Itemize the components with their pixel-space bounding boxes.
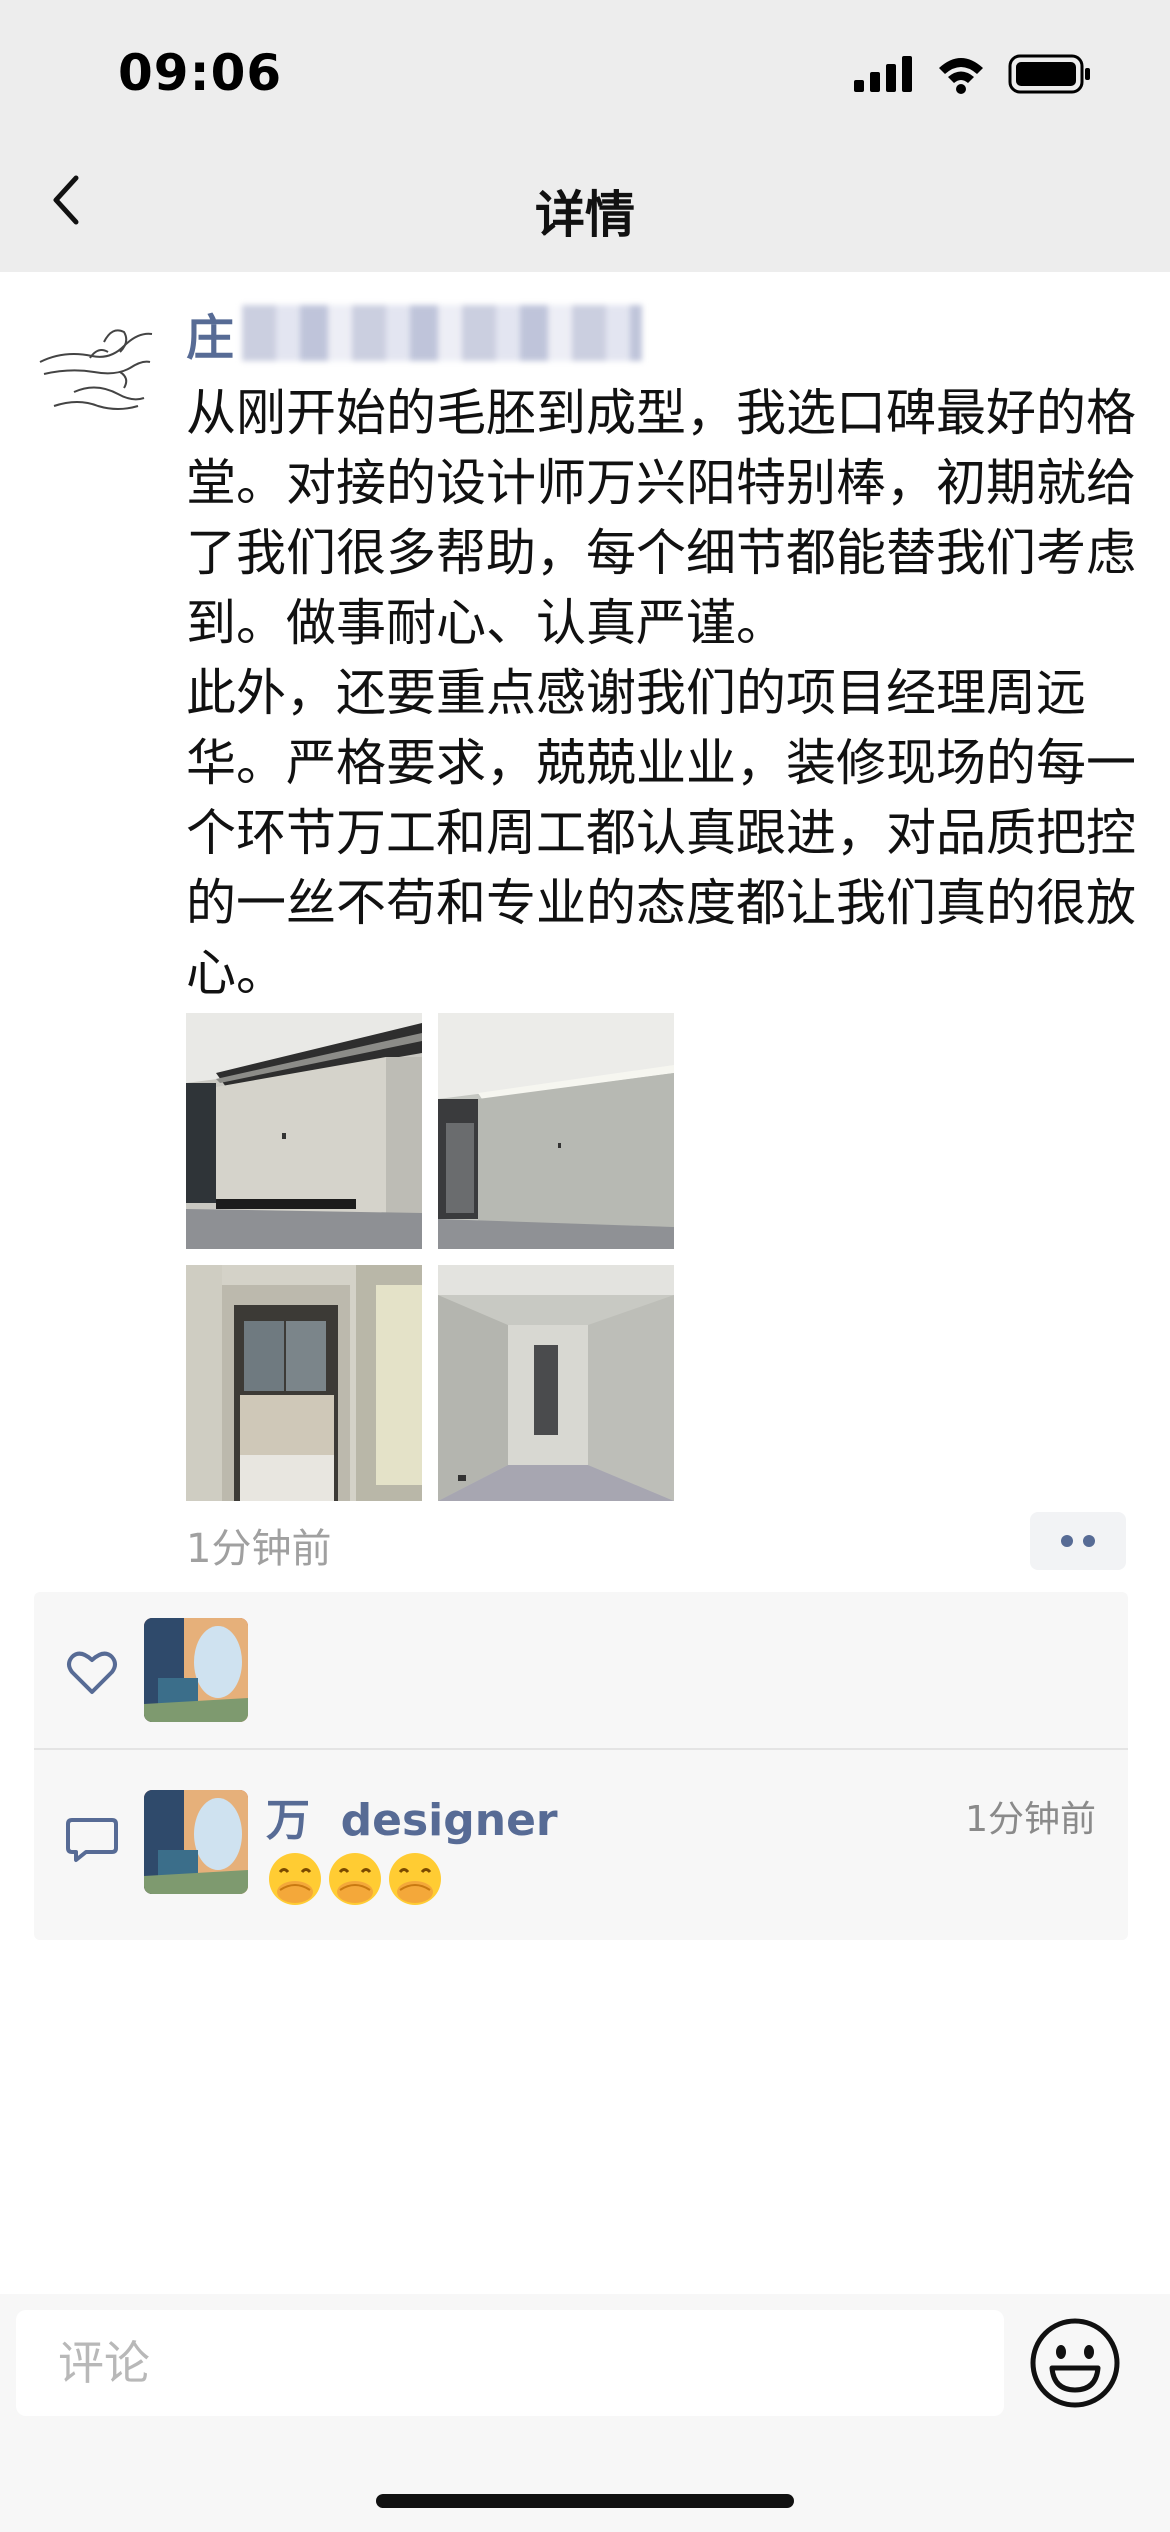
author-name[interactable]: 庄 (186, 298, 234, 368)
more-actions-button[interactable] (1030, 1512, 1126, 1570)
more-dots-icon (1061, 1535, 1073, 1547)
status-icons (854, 50, 1092, 98)
comment-text[interactable] (266, 1850, 444, 1910)
heart-icon (67, 1651, 117, 1694)
top-bar: 09:06 详情 (0, 0, 1170, 272)
hand-over-mouth-emoji (269, 1853, 321, 1905)
post-photo-4[interactable] (438, 1265, 674, 1501)
interactions-panel: 万 designer 1分钟前 (34, 1592, 1128, 1940)
avatar-image (144, 1790, 248, 1894)
commenter-avatar[interactable] (144, 1790, 248, 1894)
bathroom-doorway-photo (186, 1265, 422, 1501)
post-time: 1分钟前 (186, 1526, 332, 1572)
post-author[interactable]: 庄 (186, 298, 643, 368)
comment-time: 1分钟前 (965, 1799, 1096, 1840)
cellular-signal-icon (854, 56, 912, 92)
author-name-redaction (242, 305, 643, 361)
panel-divider (34, 1748, 1128, 1750)
post-photo-2[interactable] (438, 1013, 674, 1249)
hand-over-mouth-emoji (389, 1853, 441, 1905)
comment-input[interactable] (16, 2310, 1004, 2416)
comment-bubble-icon (66, 1818, 118, 1862)
comment-composer (0, 2294, 1170, 2532)
status-time: 09:06 (118, 44, 283, 102)
post-photo-1[interactable] (186, 1013, 422, 1249)
smiley-face-icon[interactable] (1026, 2314, 1124, 2412)
author-avatar[interactable] (34, 302, 158, 426)
avatar-image (144, 1618, 248, 1722)
hallway-room-photo (438, 1013, 674, 1249)
liker-avatar[interactable] (144, 1618, 248, 1722)
corridor-photo (438, 1265, 674, 1501)
hand-over-mouth-emoji (329, 1853, 381, 1905)
home-indicator[interactable] (376, 2494, 794, 2508)
comment-author[interactable]: 万 designer (266, 1784, 558, 1848)
living-room-photo (186, 1013, 422, 1249)
post-text: 从刚开始的毛胚到成型，我选口碑最好的格堂。对接的设计师万兴阳特别棒，初期就给了我… (186, 384, 1136, 1002)
post-photo-3[interactable] (186, 1265, 422, 1501)
wifi-icon (939, 58, 983, 94)
more-dots-icon (1083, 1535, 1095, 1547)
page-title: 详情 (535, 186, 635, 244)
battery-icon (1008, 54, 1090, 94)
